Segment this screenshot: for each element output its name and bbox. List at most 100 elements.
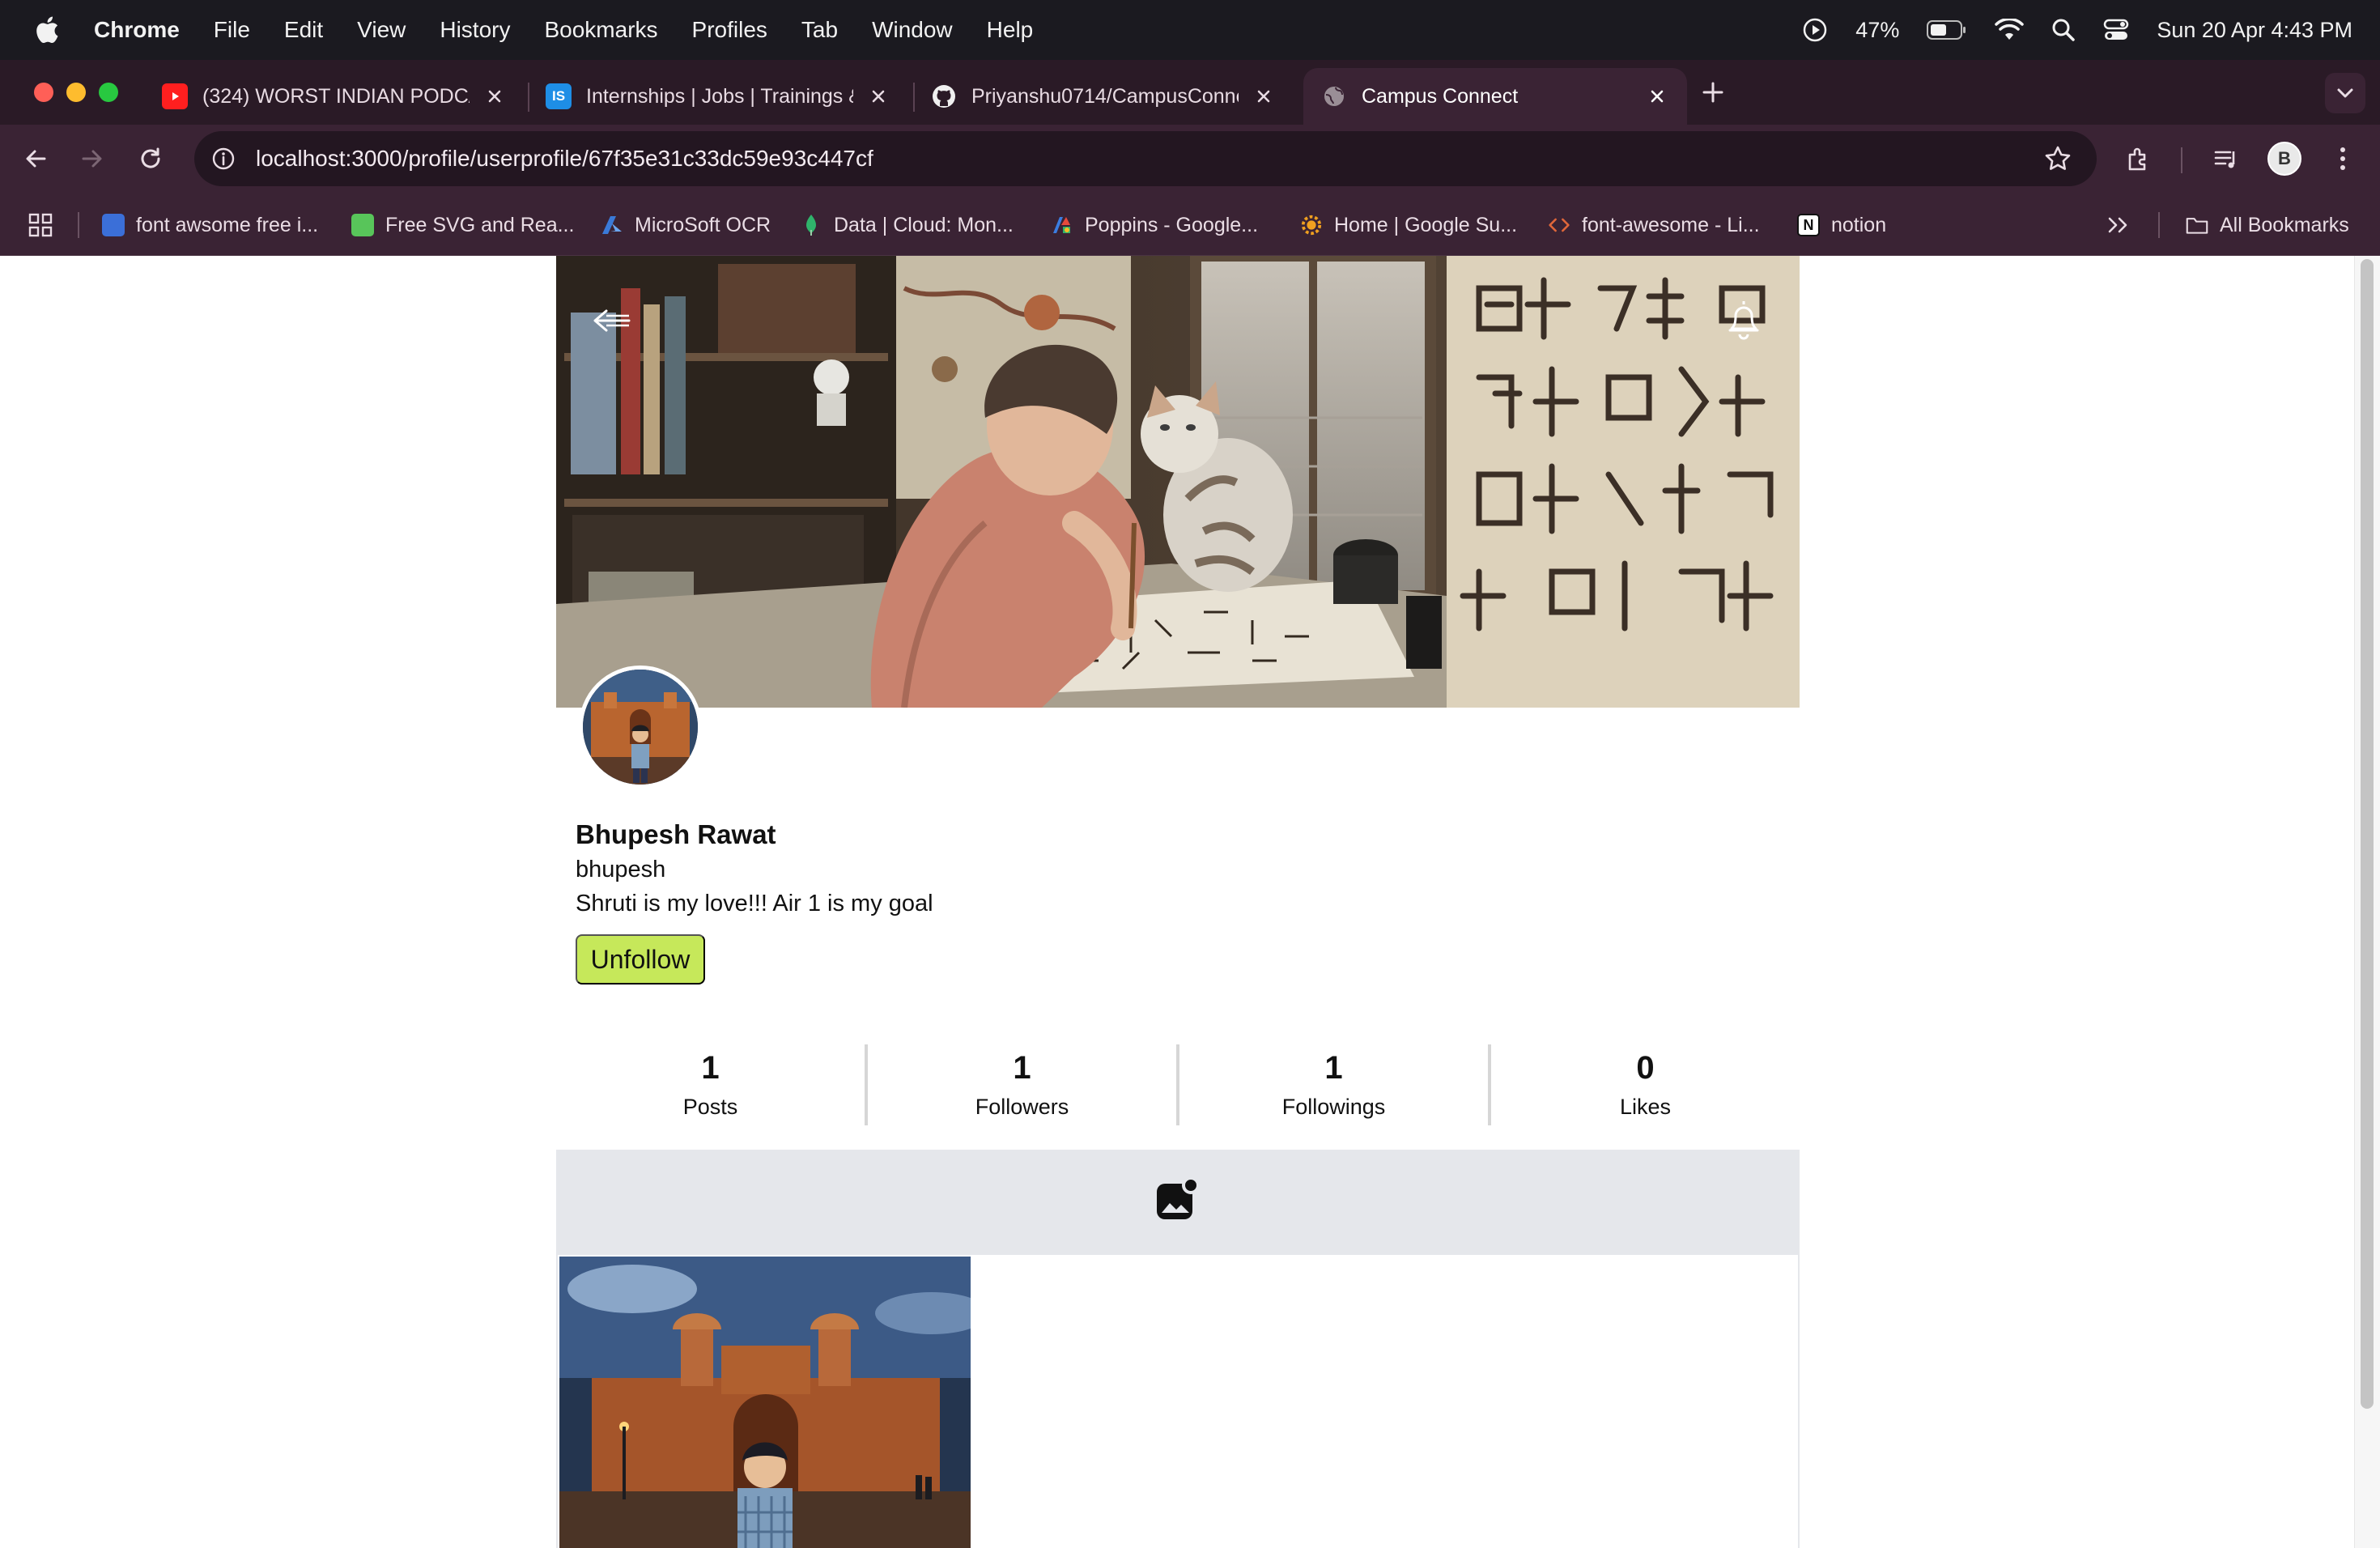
post-thumbnail[interactable] <box>559 1257 971 1548</box>
bookmark-label: MicroSoft OCR <box>635 213 771 236</box>
stat-label: Followings <box>1281 1095 1386 1119</box>
bookmark-label: Poppins - Google... <box>1085 213 1259 236</box>
bookmark-label: font-awesome - Li... <box>1582 213 1760 236</box>
youtube-icon <box>162 83 188 109</box>
menu-bar-clock[interactable]: Sun 20 Apr 4:43 PM <box>2157 18 2352 43</box>
profile-avatar-button[interactable]: B <box>2267 141 2302 176</box>
profile-avatar-icon: B <box>2267 142 2301 176</box>
notification-bell-icon[interactable] <box>1725 298 1762 342</box>
code-brackets-icon <box>1548 214 1570 236</box>
tab-search-button[interactable] <box>2325 73 2365 113</box>
tab-youtube[interactable]: (324) WORST INDIAN PODCA <box>144 68 525 125</box>
svgrepo-icon <box>351 214 374 236</box>
stat-likes[interactable]: 0 Likes <box>1491 1044 1800 1125</box>
page-scrollbar-track[interactable] <box>2354 256 2380 1548</box>
media-play-icon[interactable] <box>1802 17 1828 43</box>
cover-image <box>556 256 1800 708</box>
menu-help[interactable]: Help <box>987 17 1034 43</box>
bookmark-free-svg[interactable]: Free SVG and Rea... <box>351 209 574 241</box>
close-tab-icon[interactable] <box>866 84 890 108</box>
extensions-icon[interactable] <box>2121 141 2157 176</box>
close-tab-icon[interactable] <box>1645 84 1669 108</box>
menu-file[interactable]: File <box>214 17 250 43</box>
unfollow-button[interactable]: Unfollow <box>576 934 705 985</box>
menu-edit[interactable]: Edit <box>284 17 323 43</box>
reload-button[interactable] <box>133 141 168 176</box>
flag-icon <box>102 214 125 236</box>
menu-view[interactable]: View <box>357 17 406 43</box>
tab-title: Internships | Jobs | Trainings & <box>586 84 853 108</box>
close-tab-icon[interactable] <box>482 84 507 108</box>
bookmark-star-icon[interactable] <box>2043 144 2072 173</box>
bookmark-notion[interactable]: N notion <box>1797 209 1886 241</box>
apple-icon[interactable] <box>32 15 62 45</box>
minimize-window-button[interactable] <box>66 83 86 102</box>
bookmark-label: font awsome free i... <box>136 213 319 236</box>
close-tab-icon[interactable] <box>1252 84 1276 108</box>
control-center-icon[interactable] <box>2103 18 2129 42</box>
profile-username: bhupesh <box>576 857 666 882</box>
tab-strip: (324) WORST INDIAN PODCA IS Internships … <box>0 60 2380 125</box>
menu-history[interactable]: History <box>440 17 510 43</box>
wifi-icon[interactable] <box>1995 19 2025 41</box>
menu-tab[interactable]: Tab <box>801 17 838 43</box>
bookmark-label: Free SVG and Rea... <box>385 213 575 236</box>
menu-bookmarks[interactable]: Bookmarks <box>544 17 657 43</box>
sun-gear-icon <box>1300 214 1323 236</box>
apps-grid-icon[interactable] <box>28 209 53 241</box>
photo-gallery-icon[interactable] <box>1154 1176 1202 1227</box>
bookmarks-separator <box>78 212 79 238</box>
stat-followings[interactable]: 1 Followings <box>1179 1044 1491 1125</box>
forward-button[interactable] <box>74 141 110 176</box>
tab-github[interactable]: Priyanshu0714/CampusConne <box>913 68 1294 125</box>
zoom-window-button[interactable] <box>99 83 118 102</box>
bookmark-poppins[interactable]: Poppins - Google... <box>1051 209 1258 241</box>
bookmark-font-awesome-library[interactable]: font-awesome - Li... <box>1548 209 1760 241</box>
menu-bar-status-area: 47% Sun 20 Apr 4:43 PM <box>1802 0 2352 60</box>
bookmark-font-awesome[interactable]: font awsome free i... <box>102 209 318 241</box>
internshala-icon: IS <box>546 83 572 109</box>
stat-label: Followers <box>975 1095 1069 1119</box>
tab-campus-connect[interactable]: Campus Connect <box>1303 68 1687 125</box>
back-arrow-icon[interactable] <box>590 304 635 337</box>
chrome-menu-icon[interactable] <box>2325 141 2361 176</box>
stat-value: 1 <box>1013 1050 1031 1086</box>
bookmark-label: Data | Cloud: Mon... <box>834 213 1014 236</box>
menu-app-name[interactable]: Chrome <box>94 17 180 43</box>
back-button[interactable] <box>18 141 53 176</box>
bookmark-mongodb[interactable]: Data | Cloud: Mon... <box>800 209 1014 241</box>
tab-internshala[interactable]: IS Internships | Jobs | Trainings & <box>528 68 908 125</box>
page-scrollbar-thumb[interactable] <box>2361 259 2374 1409</box>
all-bookmarks-label: All Bookmarks <box>2220 213 2349 236</box>
bookmark-label: Home | Google Su... <box>1334 213 1518 236</box>
folder-icon <box>2186 214 2208 236</box>
notion-icon: N <box>1797 214 1820 236</box>
stat-label: Posts <box>682 1095 738 1119</box>
address-bar[interactable]: localhost:3000/profile/userprofile/67f35… <box>194 131 2097 186</box>
stat-value: 1 <box>1324 1050 1343 1086</box>
menu-window[interactable]: Window <box>872 17 953 43</box>
close-window-button[interactable] <box>34 83 53 102</box>
bookmark-google-summer[interactable]: Home | Google Su... <box>1300 209 1517 241</box>
address-url[interactable]: localhost:3000/profile/userprofile/67f35… <box>256 146 873 172</box>
new-tab-button[interactable] <box>1697 76 1729 108</box>
macos-menu-bar: Chrome File Edit View History Bookmarks … <box>0 0 2380 60</box>
menu-profiles[interactable]: Profiles <box>692 17 767 43</box>
toolbar-separator <box>2181 147 2182 173</box>
bookmarks-separator <box>2158 212 2160 238</box>
page-viewport: Bhupesh Rawat bhupesh Shruti is my love!… <box>0 256 2380 1548</box>
site-info-icon[interactable] <box>209 144 238 173</box>
stat-followers[interactable]: 1 Followers <box>868 1044 1179 1125</box>
stat-posts[interactable]: 1 Posts <box>556 1044 868 1125</box>
battery-icon[interactable] <box>1927 19 1967 40</box>
profile-avatar[interactable] <box>579 666 702 789</box>
media-controls-icon[interactable] <box>2208 141 2244 176</box>
azure-icon <box>601 214 623 236</box>
mongodb-leaf-icon <box>800 214 822 236</box>
spotlight-search-icon[interactable] <box>2051 18 2076 42</box>
bookmark-microsoft-ocr[interactable]: MicroSoft OCR <box>601 209 771 241</box>
all-bookmarks-folder[interactable]: All Bookmarks <box>2186 209 2349 241</box>
stat-label: Likes <box>1619 1095 1672 1119</box>
posts-tab-bar <box>556 1150 1800 1253</box>
more-bookmarks-chevron-icon[interactable] <box>2106 209 2131 241</box>
